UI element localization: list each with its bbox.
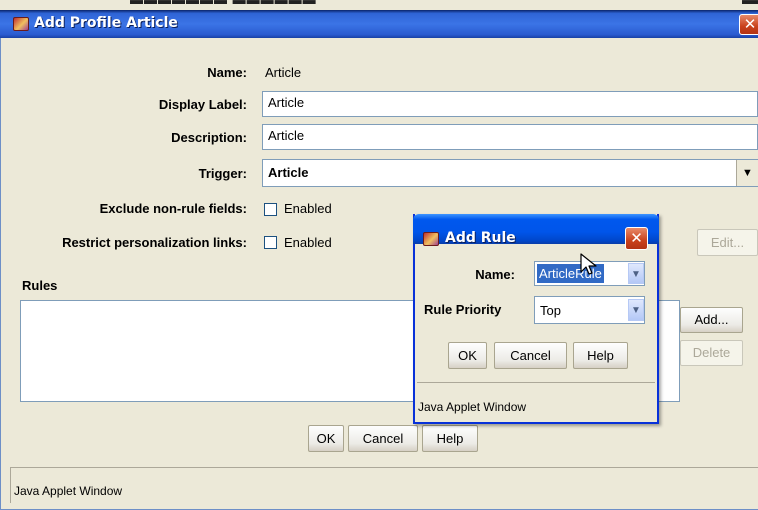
cancel-button[interactable]: Cancel — [348, 425, 418, 452]
trigger-select-value: Article — [268, 165, 309, 180]
main-status-text: Java Applet Window — [14, 484, 123, 498]
main-close-button[interactable]: ✕ — [739, 14, 758, 35]
rule-name-label: Name: — [475, 267, 515, 282]
trigger-select[interactable]: Article — [262, 159, 758, 187]
close-icon: ✕ — [630, 229, 643, 247]
edit-rule-button[interactable]: Edit... — [697, 229, 758, 256]
rule-ok-button[interactable]: OK — [448, 342, 487, 369]
chevron-down-icon[interactable]: ▼ — [736, 160, 758, 186]
close-icon: ✕ — [743, 15, 757, 33]
applet-icon — [13, 17, 29, 31]
status-left-border — [10, 468, 11, 503]
name-value: Article — [265, 65, 302, 80]
restrict-enabled-label: Enabled — [284, 235, 332, 250]
chevron-down-icon[interactable]: ▼ — [628, 263, 644, 284]
rule-priority-combo[interactable]: Top ▼ — [534, 296, 645, 324]
ok-button[interactable]: OK — [308, 425, 344, 452]
chevron-down-icon[interactable]: ▼ — [628, 299, 644, 321]
background-window-edge: ▬▬▬▬▬▬▬ ▬▬▬▬▬▬ ▬▬ — [0, 0, 758, 10]
background-window-text-right: ▬▬ — [742, 0, 758, 7]
mouse-pointer-icon — [580, 253, 597, 275]
rule-help-button[interactable]: Help — [573, 342, 628, 369]
description-input[interactable]: Article — [262, 124, 758, 150]
trigger-label: Trigger: — [198, 166, 247, 181]
restrict-enabled-checkbox[interactable] — [264, 236, 277, 249]
main-dialog-title: Add Profile Article — [34, 15, 178, 31]
restrict-personalization-links-label: Restrict personalization links: — [62, 235, 247, 250]
rule-status-text: Java Applet Window — [418, 400, 527, 414]
display-label-label: Display Label: — [158, 97, 247, 112]
description-label: Description: — [171, 130, 247, 145]
exclude-non-rule-fields-label: Exclude non-rule fields: — [99, 201, 247, 216]
add-rule-button[interactable]: Add... — [680, 307, 743, 333]
delete-rule-button[interactable]: Delete — [680, 340, 743, 366]
rule-dialog-title: Add Rule — [445, 230, 516, 246]
rule-close-button[interactable]: ✕ — [625, 227, 648, 250]
help-button[interactable]: Help — [422, 425, 478, 452]
rule-status-separator — [417, 382, 655, 383]
exclude-enabled-checkbox[interactable] — [264, 203, 277, 216]
applet-icon — [423, 232, 439, 246]
exclude-enabled-label: Enabled — [284, 201, 332, 216]
rule-priority-value: Top — [540, 303, 561, 318]
background-window-text: ▬▬▬▬▬▬▬ ▬▬▬▬▬▬ — [130, 0, 317, 7]
display-label-input[interactable]: Article — [262, 91, 758, 117]
status-separator — [10, 467, 758, 468]
rules-heading: Rules — [22, 278, 58, 293]
rule-cancel-button[interactable]: Cancel — [494, 342, 567, 369]
rule-priority-label: Rule Priority — [424, 302, 502, 317]
name-label: Name: — [207, 65, 247, 80]
